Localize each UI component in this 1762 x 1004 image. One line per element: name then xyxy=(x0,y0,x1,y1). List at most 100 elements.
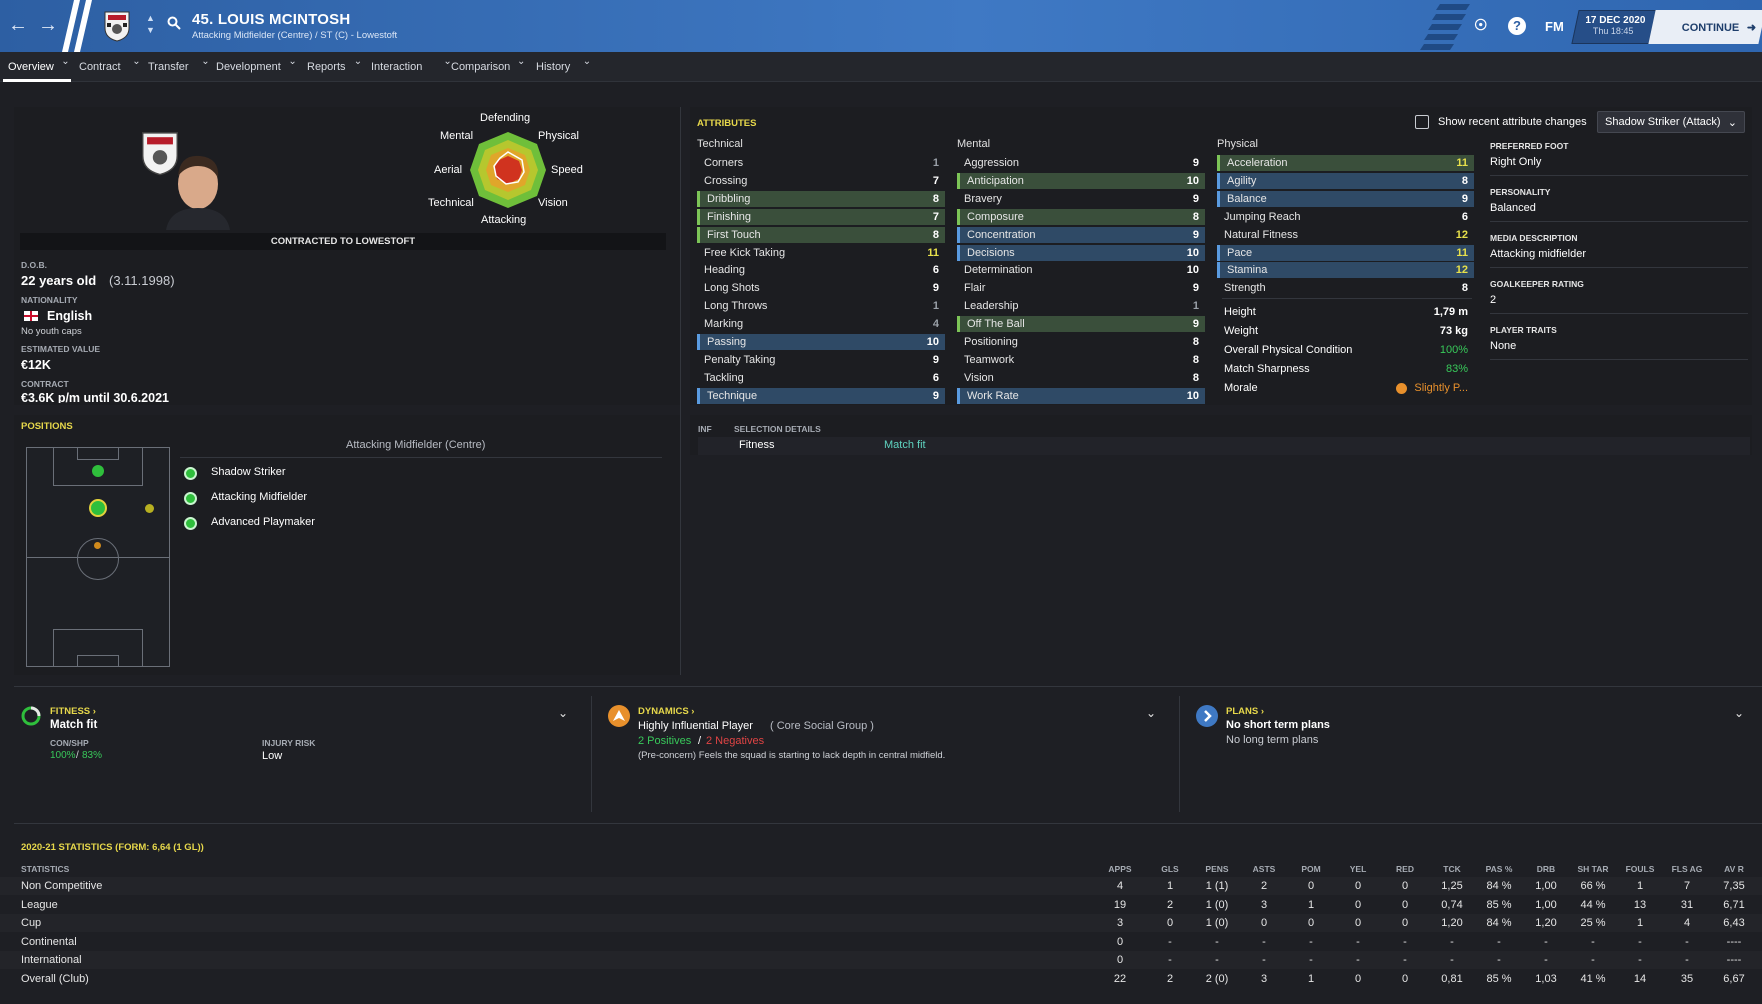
fitness-expand-icon[interactable]: ⌄ xyxy=(558,706,568,720)
attr-row-technical[interactable]: Dribbling 8 xyxy=(697,190,945,207)
stats-cell: 22 xyxy=(1113,973,1127,985)
attr-row-mental[interactable]: Bravery 9 xyxy=(957,191,1205,207)
stats-cell: - xyxy=(1544,935,1548,948)
show-changes-label[interactable]: Show recent attribute changes xyxy=(1438,116,1587,128)
attr-row-technical[interactable]: Finishing 7 xyxy=(697,208,945,225)
attr-row-mental[interactable]: Work Rate 10 xyxy=(957,387,1205,404)
attr-row-technical[interactable]: Marking 4 xyxy=(697,316,945,332)
attr-row-mental[interactable]: Leadership 1 xyxy=(957,298,1205,314)
tab-overview[interactable]: Overview xyxy=(8,61,54,73)
role-name[interactable]: Shadow Striker xyxy=(211,466,286,478)
stats-cell: 1,00 xyxy=(1535,898,1557,911)
stats-cell: - xyxy=(1685,935,1689,948)
attr-row-mental[interactable]: Decisions 10 xyxy=(957,244,1205,261)
stats-row[interactable]: Overall (Club) 22 2 2 (0) 3 1 0 0 0,81 85 % 1,03 41… xyxy=(0,970,1762,988)
fitness-heading[interactable]: FITNESS › xyxy=(50,706,96,717)
position-dot-mc[interactable] xyxy=(94,542,101,549)
plans-heading[interactable]: PLANS › xyxy=(1226,706,1264,717)
continue-button[interactable]: CONTINUE ➜ xyxy=(1648,10,1762,44)
stats-cell: 0 xyxy=(1401,898,1409,911)
attr-row-physical[interactable]: Jumping Reach 6 xyxy=(1217,209,1474,225)
stats-cell: 1 xyxy=(1307,898,1315,911)
tab-transfer[interactable]: Transfer xyxy=(148,61,189,73)
attr-row-physical[interactable]: Balance 9 xyxy=(1217,190,1474,207)
attr-value: 10 xyxy=(1186,389,1199,402)
attr-row-technical[interactable]: Technique 9 xyxy=(697,387,945,404)
role-select[interactable]: Shadow Striker (Attack) ⌄ xyxy=(1597,111,1745,133)
attr-row-mental[interactable]: Aggression 9 xyxy=(957,155,1205,171)
plans-expand-icon[interactable]: ⌄ xyxy=(1734,706,1744,720)
tab-comparison[interactable]: Comparison xyxy=(451,61,510,73)
attr-row-technical[interactable]: Tackling 6 xyxy=(697,370,945,386)
role-name[interactable]: Advanced Playmaker xyxy=(211,516,315,528)
player-switch-arrows[interactable]: ▲ ▼ xyxy=(146,12,155,36)
dynamics-negatives[interactable]: 2 Negatives xyxy=(706,735,764,747)
attr-row-mental[interactable]: Determination 10 xyxy=(957,262,1205,278)
attr-row-mental[interactable]: Composure 8 xyxy=(957,208,1205,225)
attr-row-technical[interactable]: Passing 10 xyxy=(697,334,945,350)
tab-reports[interactable]: Reports xyxy=(307,61,346,73)
attr-row-mental[interactable]: Flair 9 xyxy=(957,280,1205,296)
role-name[interactable]: Attacking Midfielder xyxy=(211,491,307,503)
show-changes-checkbox[interactable] xyxy=(1415,115,1429,129)
attr-row-physical[interactable]: Pace 11 xyxy=(1217,244,1474,261)
attr-row-technical[interactable]: Long Shots 9 xyxy=(697,280,945,296)
fm-menu-button[interactable]: FM xyxy=(1545,19,1564,34)
stats-cell: 1,03 xyxy=(1535,973,1557,985)
con-shp-separator: / xyxy=(76,750,79,761)
stats-cell: - xyxy=(1497,954,1501,967)
tab-history[interactable]: History xyxy=(536,61,570,73)
attr-row-mental[interactable]: Off The Ball 9 xyxy=(957,316,1205,333)
attr-name: Stamina xyxy=(1227,264,1268,277)
attr-row-physical[interactable]: Natural Fitness 12 xyxy=(1217,227,1474,243)
attr-row-physical[interactable]: Agility 8 xyxy=(1217,172,1474,189)
fitness-value: Match fit xyxy=(884,439,926,451)
attr-row-technical[interactable]: Free Kick Taking 11 xyxy=(697,245,945,261)
attr-row-physical[interactable]: Stamina 12 xyxy=(1217,262,1474,279)
attr-row-technical[interactable]: Long Throws 1 xyxy=(697,298,945,314)
stats-row[interactable]: Continental 0- - - - - - - - - - - - ---- xyxy=(0,933,1762,951)
side-info-divider xyxy=(1490,221,1748,222)
stats-row[interactable]: Cup 3 0 1 (0) 0 0 0 0 1,20 84 % 1,20 25 % 1 4 6,43 xyxy=(0,914,1762,933)
forward-arrow-icon[interactable]: → xyxy=(38,14,58,37)
attr-row-technical[interactable]: Penalty Taking 9 xyxy=(697,352,945,368)
attr-row-mental[interactable]: Vision 8 xyxy=(957,370,1205,386)
tab-interaction[interactable]: Interaction xyxy=(371,61,422,73)
stats-row[interactable]: International 0- - - - - - - - - - - - ---- xyxy=(0,951,1762,970)
search-icon[interactable] xyxy=(167,16,181,30)
attr-row-technical[interactable]: Heading 6 xyxy=(697,262,945,278)
dynamics-influence: Highly Influential Player xyxy=(638,720,753,732)
attr-row-mental[interactable]: Teamwork 8 xyxy=(957,352,1205,368)
attr-row-physical[interactable]: Acceleration 11 xyxy=(1217,155,1474,171)
stats-row[interactable]: Non Competitive 4 1 1 (1) 2 0 0 0 1,25 84 % 1,00 66… xyxy=(0,877,1762,895)
help-icon[interactable]: ? xyxy=(1508,17,1526,35)
stats-cell: 0 xyxy=(1116,954,1124,967)
dynamics-heading[interactable]: DYNAMICS › xyxy=(638,706,694,717)
youth-caps: No youth caps xyxy=(21,326,82,337)
attr-row-mental[interactable]: Concentration 9 xyxy=(957,226,1205,243)
back-arrow-icon[interactable]: ← xyxy=(8,14,28,37)
attr-row-mental[interactable]: Anticipation 10 xyxy=(957,172,1205,189)
attr-row-technical[interactable]: Crossing 7 xyxy=(697,173,945,189)
tab-contract[interactable]: Contract xyxy=(79,61,121,73)
role-rating-icon xyxy=(184,517,197,530)
position-dot-aml[interactable] xyxy=(145,504,154,513)
active-tab-indicator xyxy=(3,79,71,82)
dynamics-positives[interactable]: 2 Positives xyxy=(638,735,691,747)
stats-row-label: League xyxy=(21,898,58,911)
dynamics-expand-icon[interactable]: ⌄ xyxy=(1146,706,1156,720)
position-dot-amc[interactable] xyxy=(89,499,107,517)
stats-cell: ---- xyxy=(1726,954,1742,967)
stats-column-header[interactable]: APPS xyxy=(1092,864,1148,874)
stats-row[interactable]: League 19 2 1 (0) 3 1 0 0 0,74 85 % 1,00 44 % 13 31 6,… xyxy=(0,896,1762,914)
attr-row-technical[interactable]: First Touch 8 xyxy=(697,226,945,243)
tab-development[interactable]: Development xyxy=(216,61,281,73)
social-icon[interactable]: ☉ xyxy=(1474,16,1487,34)
attr-row-physical[interactable]: Strength 8 xyxy=(1217,280,1474,296)
physical-extra-label: Height xyxy=(1224,306,1256,318)
attr-row-mental[interactable]: Positioning 8 xyxy=(957,334,1205,350)
position-dot-st[interactable] xyxy=(92,465,104,477)
stats-column-header[interactable]: AV R xyxy=(1706,864,1762,874)
attr-row-technical[interactable]: Corners 1 xyxy=(697,155,945,171)
attr-name: Marking xyxy=(704,318,744,331)
